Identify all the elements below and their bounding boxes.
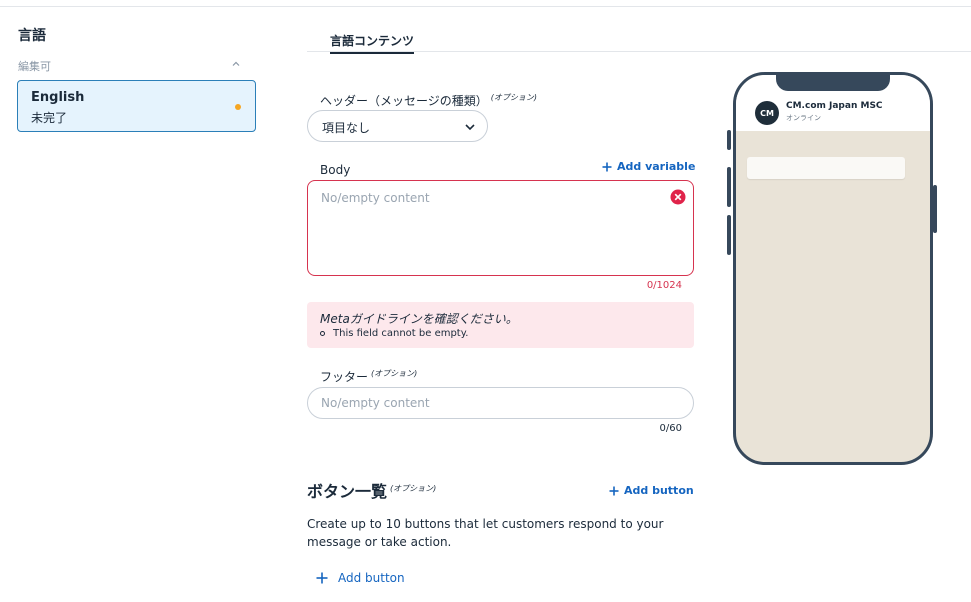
plus-icon — [602, 162, 612, 171]
body-textarea[interactable]: No/empty content — [307, 180, 694, 276]
chevron-up-icon[interactable] — [230, 58, 242, 70]
body-char-counter: 0/1024 — [646, 280, 682, 291]
header-type-select[interactable]: 項目なし — [307, 110, 488, 142]
buttons-optional-tag: (オプション) — [390, 483, 437, 493]
phone-side-button — [727, 130, 731, 150]
incomplete-status-dot — [235, 104, 241, 110]
add-button-label-bottom: Add button — [338, 571, 405, 585]
header-type-value: 項目なし — [322, 121, 371, 135]
header-field-label: ヘッダー（メッセージの種類） (オプション) — [320, 92, 537, 109]
top-divider — [0, 6, 971, 7]
footer-placeholder: No/empty content — [321, 396, 430, 410]
header-label-text: ヘッダー（メッセージの種類） — [320, 94, 488, 108]
whatsapp-preview-phone: CM CM.com Japan MSC オンライン — [733, 72, 933, 465]
error-list-item: This field cannot be empty. — [320, 328, 468, 339]
body-field-label: Body — [320, 163, 351, 177]
add-button-top[interactable]: Add button — [609, 484, 694, 497]
language-status: 未完了 — [31, 111, 68, 125]
phone-side-button — [933, 185, 937, 233]
tab-language-content[interactable]: 言語コンテンツ — [330, 32, 415, 54]
body-placeholder: No/empty content — [321, 191, 430, 205]
footer-optional-tag: (オプション) — [371, 369, 418, 378]
header-optional-tag: (オプション) — [490, 93, 538, 102]
add-button-bottom[interactable]: Add button — [316, 571, 405, 585]
editable-section-label: 編集可 — [18, 60, 51, 73]
error-clear-icon[interactable] — [670, 189, 686, 205]
add-button-label: Add button — [624, 484, 694, 497]
phone-side-button — [727, 167, 731, 207]
error-message: This field cannot be empty. — [333, 328, 469, 339]
buttons-title-text: ボタン一覧 — [307, 482, 388, 501]
footer-input[interactable]: No/empty content — [307, 387, 694, 419]
phone-notch — [776, 75, 890, 91]
validation-error-box: Metaガイドラインを確認ください。 This field cannot be … — [307, 302, 694, 348]
footer-label-text: フッター — [320, 370, 369, 384]
contact-name: CM.com Japan MSC — [786, 101, 883, 111]
buttons-description: Create up to 10 buttons that let custome… — [307, 517, 664, 549]
avatar: CM — [755, 101, 779, 125]
phone-side-button — [727, 215, 731, 255]
chevron-down-icon — [465, 124, 475, 131]
language-name: English — [31, 90, 85, 105]
add-variable-button[interactable]: Add variable — [602, 160, 695, 173]
error-title: Metaガイドラインを確認ください。 — [320, 312, 518, 326]
message-bubble — [747, 157, 905, 179]
plus-icon — [316, 572, 328, 584]
bullet-icon — [320, 331, 325, 336]
add-variable-label: Add variable — [617, 160, 696, 173]
buttons-section-title: ボタン一覧 (オプション) — [307, 478, 436, 502]
language-item-english[interactable]: English 未完了 — [17, 80, 256, 132]
contact-status: オンライン — [786, 114, 821, 122]
footer-char-counter: 0/60 — [659, 423, 682, 434]
plus-icon — [609, 486, 619, 495]
footer-field-label: フッター (オプション) — [320, 368, 417, 385]
languages-title: 言語 — [18, 28, 46, 44]
